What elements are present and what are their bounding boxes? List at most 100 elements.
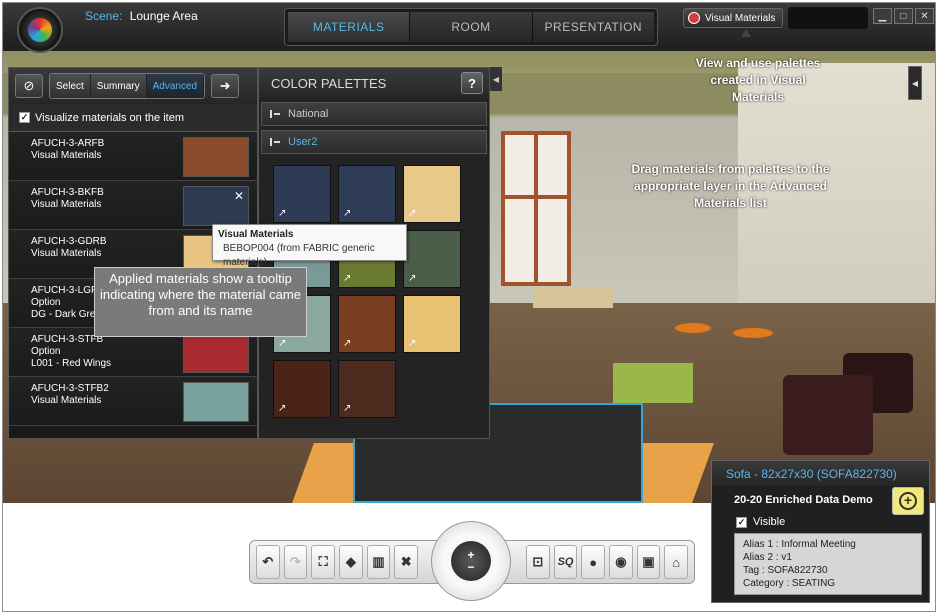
material-swatch[interactable] (183, 333, 249, 373)
tab-presentation[interactable]: PRESENTATION (532, 12, 654, 42)
palette-swatch[interactable]: ↗ (403, 165, 461, 223)
item-tag: Tag : SOFA822730 (743, 565, 828, 576)
redo-icon[interactable]: ↷ (283, 545, 308, 579)
palette-swatch[interactable]: ↗ (273, 165, 331, 223)
plus-icon: + (899, 492, 917, 510)
view-icon[interactable]: ◉ (609, 545, 633, 579)
material-row[interactable]: AFUCH-3-BKFB Visual Materials ✕ (9, 181, 257, 230)
link-icon: ↗ (278, 403, 287, 414)
scene-window (501, 131, 571, 286)
visible-checkbox[interactable]: ✓ (736, 516, 747, 528)
maximize-icon[interactable]: □ (894, 8, 913, 24)
arrow-right-icon[interactable]: ➜ (211, 74, 240, 98)
link-icon: ↗ (408, 338, 417, 349)
palette-swatch[interactable]: ↗ (403, 230, 461, 288)
clear-icon[interactable]: ⊘ (15, 74, 43, 98)
palette-swatch[interactable]: ↗ (273, 360, 331, 418)
mode-tabs: MATERIALS ROOM PRESENTATION (284, 8, 658, 46)
right-panel-toggle-icon[interactable]: ◀ (908, 66, 922, 100)
scene-name: Lounge Area (129, 9, 198, 23)
alias-1: Alias 1 : Informal Meeting (743, 539, 856, 550)
tab-summary[interactable]: Summary (90, 74, 147, 98)
material-swatch[interactable] (183, 382, 249, 422)
item-category: Category : SEATING (743, 578, 836, 589)
tab-advanced[interactable]: Advanced (146, 74, 205, 98)
app-logo[interactable] (17, 7, 63, 53)
visible-label: Visible (753, 516, 786, 528)
help-button[interactable]: ? (461, 72, 483, 94)
minimize-icon[interactable]: ▁ (873, 8, 892, 24)
tooltip-detail: BEBOP004 (from FABRIC generic materials) (223, 243, 375, 268)
palette-swatch[interactable]: ↗ (338, 165, 396, 223)
sq-button[interactable]: SQ (553, 545, 578, 579)
visualize-checkbox[interactable]: ✓ (19, 112, 30, 123)
top-blank-field (788, 7, 868, 29)
palettes-collapse-icon[interactable]: ◀ (490, 67, 502, 91)
x-marker-icon[interactable]: ✖ (394, 545, 419, 579)
tab-room[interactable]: ROOM (410, 12, 533, 42)
remove-material-icon[interactable]: ✕ (234, 190, 244, 202)
scene-stool[interactable] (733, 328, 773, 338)
material-row[interactable]: AFUCH-3-ARFB Visual Materials (9, 132, 257, 181)
alias-2: Alias 2 : v1 (743, 552, 792, 563)
visual-materials-button[interactable]: Visual Materials (683, 8, 783, 28)
annotation-tooltip: Applied materials show a tooltip indicat… (94, 267, 307, 337)
visual-materials-label: Visual Materials (705, 12, 776, 24)
app-window: Scene: Lounge Area MATERIALS ROOM PRESEN… (2, 2, 936, 612)
material-tooltip: Visual Materials BEBOP004 (from FABRIC g… (212, 224, 407, 268)
scene-green-sofa[interactable] (613, 363, 693, 403)
palette-swatch[interactable]: ↗ (338, 360, 396, 418)
palette-swatch[interactable]: ↗ (403, 295, 461, 353)
visualize-label: Visualize materials on the item (35, 111, 184, 124)
add-button[interactable]: + (892, 487, 924, 515)
fit-view-icon[interactable]: ⛶ (311, 545, 336, 579)
visible-row[interactable]: ✓ Visible (712, 512, 929, 532)
material-row[interactable]: AFUCH-3-STFB2 Visual Materials (9, 377, 257, 426)
link-icon: ↗ (343, 208, 352, 219)
tab-select[interactable]: Select (50, 74, 91, 98)
visualize-row[interactable]: ✓ Visualize materials on the item (9, 104, 257, 132)
zoom-icon[interactable]: + − (451, 541, 491, 581)
navigation-wheel[interactable]: + − (431, 521, 511, 601)
palette-group-user2[interactable]: User2 (261, 130, 487, 154)
link-icon: ↗ (278, 338, 287, 349)
palettes-title: COLOR PALETTES (271, 75, 387, 91)
item-title: Sofa - 82x27x30 (SOFA822730) (712, 461, 929, 486)
zoom-fit-icon[interactable]: ⊡ (526, 545, 550, 579)
palettes-header: COLOR PALETTES ? (259, 68, 489, 98)
collapse-icon (270, 138, 280, 146)
material-swatch[interactable]: ✕ (183, 186, 249, 226)
camera-icon[interactable]: ▣ (636, 545, 661, 579)
home-icon[interactable]: ⌂ (664, 545, 689, 579)
link-icon: ↗ (343, 403, 352, 414)
top-bar: Scene: Lounge Area MATERIALS ROOM PRESEN… (3, 3, 935, 53)
close-icon[interactable]: ✕ (915, 8, 934, 24)
tab-materials[interactable]: MATERIALS (288, 12, 411, 42)
view-tabs: Select Summary Advanced (49, 73, 206, 99)
tooltip-title: Visual Materials (218, 229, 294, 240)
scene-table[interactable] (533, 288, 613, 308)
scene-label: Scene: (85, 9, 123, 23)
item-details: Alias 1 : Informal Meeting Alias 2 : v1 … (734, 533, 922, 595)
scene-stool[interactable] (675, 323, 711, 333)
scene-title: Scene: Lounge Area (85, 9, 198, 23)
material-swatch[interactable] (183, 137, 249, 177)
link-icon: ↗ (343, 273, 352, 284)
undo-icon[interactable]: ↶ (256, 545, 280, 579)
palette-group-label: User2 (288, 136, 318, 148)
annotation-arrow-icon (741, 29, 751, 37)
elevation-icon[interactable]: ▥ (366, 545, 391, 579)
zoom-out-icon[interactable]: − (467, 561, 474, 573)
annotation-drag: Drag materials from palettes to the appr… (631, 162, 830, 210)
window-controls: ▁ □ ✕ (873, 8, 934, 24)
palette-swatch[interactable]: ↗ (338, 295, 396, 353)
cube-icon[interactable]: ◆ (339, 545, 363, 579)
logo-icon (28, 18, 52, 42)
annotation-palettes: View and use palettes created in Visual … (695, 56, 821, 104)
collapse-icon (270, 110, 280, 118)
scene-lounge-chair[interactable] (783, 375, 873, 455)
properties-panel: Sofa - 82x27x30 (SOFA822730) 20-20 Enric… (711, 460, 930, 603)
palette-group-national[interactable]: National (261, 102, 487, 126)
link-icon: ↗ (408, 208, 417, 219)
light-bulb-icon[interactable]: ● (581, 545, 606, 579)
